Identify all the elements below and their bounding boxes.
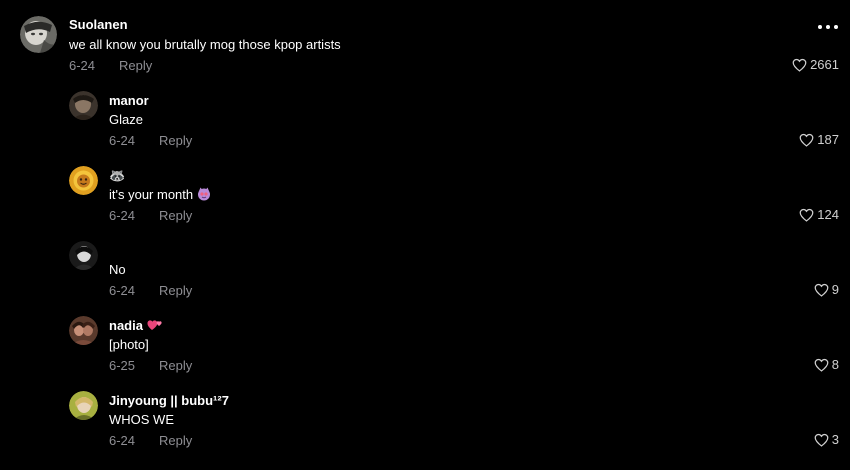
cat-face-emoji-icon: [197, 187, 211, 204]
reply-date: 6-24: [109, 283, 136, 298]
reply-username[interactable]: 🦝: [109, 168, 125, 184]
reply-text: [photo]: [109, 337, 149, 352]
avatar[interactable]: [69, 166, 98, 195]
like-button[interactable]: 187: [799, 132, 839, 147]
heart-outline-icon: [799, 208, 814, 222]
heart-outline-icon: [814, 358, 829, 372]
like-count: 2661: [810, 57, 839, 72]
reply-username[interactable]: nadia: [109, 318, 163, 335]
like-count: 8: [831, 357, 839, 372]
reply-button[interactable]: Reply: [159, 283, 192, 298]
comments-panel: Suolanen we all know you brutally mog th…: [0, 0, 850, 470]
avatar[interactable]: [69, 391, 98, 420]
like-button[interactable]: 2661: [792, 57, 839, 72]
reply-text: WHOS WE: [109, 412, 174, 427]
like-button[interactable]: 8: [814, 357, 839, 372]
comment-date: 6-24: [69, 58, 96, 73]
reply-text: it's your month: [109, 187, 211, 204]
like-count: 9: [831, 282, 839, 297]
reply-date: 6-24: [109, 208, 136, 223]
like-count: 124: [817, 207, 839, 222]
reply-date: 6-24: [109, 133, 136, 148]
heart-outline-icon: [814, 433, 829, 447]
comment-username[interactable]: Suolanen: [69, 17, 128, 32]
avatar[interactable]: [69, 91, 98, 120]
heart-outline-icon: [792, 58, 807, 72]
reply-button[interactable]: Reply: [159, 208, 192, 223]
reply-button[interactable]: Reply: [119, 58, 152, 73]
reply-date: 6-25: [109, 358, 136, 373]
reply-button[interactable]: Reply: [159, 433, 192, 448]
reply-button[interactable]: Reply: [159, 133, 192, 148]
like-button[interactable]: 9: [814, 282, 839, 297]
avatar[interactable]: [69, 316, 98, 345]
reply-button[interactable]: Reply: [159, 358, 192, 373]
like-count: 187: [817, 132, 839, 147]
more-options-icon[interactable]: [818, 22, 838, 32]
two-hearts-emoji-icon: [147, 318, 163, 335]
like-button[interactable]: 124: [799, 207, 839, 222]
avatar[interactable]: [20, 16, 57, 53]
comment-text: we all know you brutally mog those kpop …: [69, 37, 341, 52]
reply-text: Glaze: [109, 112, 143, 127]
reply-text: No: [109, 262, 126, 277]
like-count: 3: [831, 432, 839, 447]
reply-username[interactable]: Jinyoung || bubu¹²7: [109, 393, 229, 408]
heart-outline-icon: [814, 283, 829, 297]
reply-date: 6-24: [109, 433, 136, 448]
reply-username-text: nadia: [109, 318, 143, 333]
reply-username[interactable]: manor: [109, 93, 149, 108]
reply-text-content: it's your month: [109, 187, 194, 202]
heart-outline-icon: [799, 133, 814, 147]
avatar[interactable]: [69, 241, 98, 270]
like-button[interactable]: 3: [814, 432, 839, 447]
